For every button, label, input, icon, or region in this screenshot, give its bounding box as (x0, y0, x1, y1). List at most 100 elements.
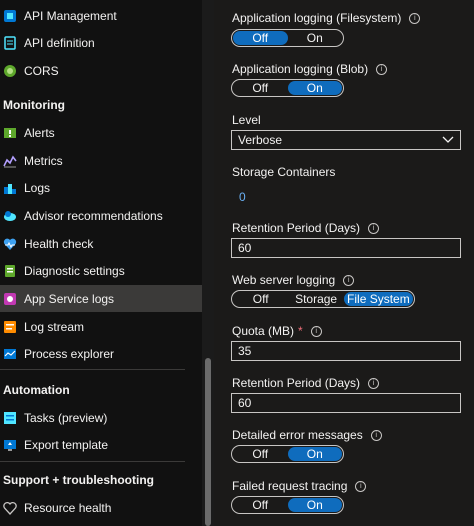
sidebar-item-advisor-recommendations[interactable]: Advisor recommendations (0, 202, 202, 229)
web-server-logging-label: Web server logging i (232, 273, 355, 287)
toggle-file-system-option[interactable]: File System (343, 292, 414, 306)
sidebar-item-label: Health check (24, 236, 94, 251)
sidebar-item-label: API Management (24, 8, 117, 23)
info-icon[interactable]: i (409, 12, 421, 24)
info-icon[interactable]: i (310, 325, 322, 337)
sidebar-scrollbar[interactable] (202, 0, 214, 526)
health-check-icon (2, 236, 18, 252)
sidebar-item-resource-health[interactable]: Resource health (0, 494, 202, 521)
toggle-on-option[interactable]: On (287, 447, 342, 461)
detailed-errors-label: Detailed error messages i (232, 428, 382, 442)
app-service-logs-form: Application logging (Filesystem) i Off O… (214, 0, 474, 526)
app-logging-blob-toggle[interactable]: Off On (231, 79, 344, 97)
failed-request-toggle[interactable]: Off On (231, 496, 344, 514)
export-template-icon (2, 437, 18, 453)
quota-label: Quota (MB) * i (232, 324, 322, 338)
required-indicator: * (298, 324, 303, 338)
api-management-icon (2, 8, 18, 24)
toggle-on-option[interactable]: On (287, 81, 342, 95)
sidebar-item-metrics[interactable]: Metrics (0, 147, 202, 174)
process-explorer-icon (2, 346, 18, 362)
metrics-icon (2, 153, 18, 169)
retention-blob-label: Retention Period (Days) i (232, 221, 380, 235)
sidebar-item-label: Log stream (24, 319, 85, 334)
level-selected-value: Verbose (238, 133, 283, 147)
toggle-off-option[interactable]: Off (233, 498, 288, 512)
label-text: Web server logging (232, 273, 336, 287)
toggle-storage-option[interactable]: Storage (288, 292, 343, 306)
app-logging-fs-toggle[interactable]: Off On (231, 29, 344, 47)
info-icon[interactable]: i (355, 480, 367, 492)
section-support-troubleshooting: Support + troubleshooting (3, 473, 154, 487)
divider (0, 369, 185, 370)
sidebar-item-health-check[interactable]: Health check (0, 230, 202, 257)
sidebar-item-label: Alerts (24, 125, 55, 140)
sidebar-item-process-explorer[interactable]: Process explorer (0, 340, 202, 367)
info-icon[interactable]: i (370, 429, 382, 441)
api-definition-icon (2, 35, 18, 51)
sidebar-item-label: Export template (24, 437, 109, 452)
label-text: Quota (MB) (232, 324, 295, 338)
divider (0, 461, 185, 462)
sidebar-item-label: App Service logs (24, 291, 115, 306)
info-icon[interactable]: i (343, 274, 355, 286)
sidebar-item-label: CORS (24, 63, 59, 78)
sidebar-item-log-stream[interactable]: Log stream (0, 313, 202, 340)
diagnostic-settings-icon (2, 263, 18, 279)
quota-input[interactable] (231, 341, 461, 361)
info-icon[interactable]: i (376, 63, 388, 75)
toggle-on-option[interactable]: On (288, 31, 343, 45)
sidebar-item-diagnostic-settings[interactable]: Diagnostic settings (0, 257, 202, 284)
section-monitoring: Monitoring (3, 98, 65, 112)
sidebar-item-logs[interactable]: Logs (0, 174, 202, 201)
sidebar-item-label: Metrics (24, 153, 63, 168)
chevron-down-icon (442, 134, 454, 148)
sidebar-item-label: Logs (24, 180, 51, 195)
advisor-icon (2, 208, 18, 224)
storage-containers-label: Storage Containers (232, 165, 336, 179)
label-text: Application logging (Blob) (232, 62, 369, 76)
sidebar-item-label: Process explorer (24, 346, 115, 361)
toggle-on-option[interactable]: On (287, 498, 342, 512)
logs-icon (2, 180, 18, 196)
detailed-errors-toggle[interactable]: Off On (231, 445, 344, 463)
storage-containers-count[interactable]: 0 (239, 190, 246, 204)
toggle-off-option[interactable]: Off (233, 292, 288, 306)
sidebar-item-tasks[interactable]: Tasks (preview) (0, 404, 202, 431)
info-icon[interactable]: i (368, 222, 380, 234)
level-label: Level (232, 113, 261, 127)
sidebar-item-label: Tasks (preview) (24, 410, 108, 425)
tasks-icon (2, 410, 18, 426)
sidebar-scrollbar-thumb[interactable] (205, 358, 211, 526)
alerts-icon (2, 125, 18, 141)
level-dropdown[interactable]: Verbose (231, 130, 461, 150)
info-icon[interactable]: i (368, 377, 380, 389)
log-stream-icon (2, 319, 18, 335)
toggle-off-option[interactable]: Off (233, 81, 288, 95)
label-text: Failed request tracing (232, 479, 348, 493)
retention-fs-label: Retention Period (Days) i (232, 376, 380, 390)
cors-icon (2, 63, 18, 79)
app-service-logs-icon (2, 291, 18, 307)
sidebar-item-alerts[interactable]: Alerts (0, 119, 202, 146)
retention-blob-input[interactable] (231, 238, 461, 258)
sidebar-item-app-service-logs[interactable]: App Service logs (0, 285, 202, 312)
web-server-logging-toggle[interactable]: Off Storage File System (231, 290, 415, 308)
label-text: Retention Period (Days) (232, 221, 361, 235)
toggle-off-option[interactable]: Off (233, 31, 288, 45)
app-logging-fs-label: Application logging (Filesystem) i (232, 11, 421, 25)
section-automation: Automation (3, 383, 70, 397)
toggle-off-option[interactable]: Off (233, 447, 288, 461)
sidebar-item-api-management[interactable]: API Management (0, 2, 202, 29)
label-text: Detailed error messages (232, 428, 363, 442)
retention-fs-input[interactable] (231, 393, 461, 413)
sidebar-item-label: Diagnostic settings (24, 263, 125, 278)
sidebar-item-export-template[interactable]: Export template (0, 431, 202, 458)
label-text: Retention Period (Days) (232, 376, 361, 390)
sidebar-nav: API Management API definition CORS Monit… (0, 0, 202, 526)
failed-request-label: Failed request tracing i (232, 479, 367, 493)
resource-health-icon (2, 500, 18, 516)
sidebar-item-cors[interactable]: CORS (0, 57, 202, 84)
sidebar-item-label: Advisor recommendations (24, 208, 163, 223)
sidebar-item-api-definition[interactable]: API definition (0, 29, 202, 56)
